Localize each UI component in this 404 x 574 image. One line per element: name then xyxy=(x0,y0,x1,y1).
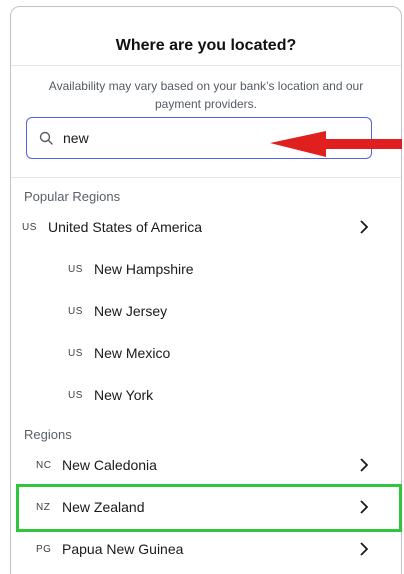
region-row-new-jersey[interactable]: US New Jersey xyxy=(10,294,392,328)
region-row-new-hampshire[interactable]: US New Hampshire xyxy=(10,252,392,286)
section-label-regions: Regions xyxy=(24,427,72,442)
divider xyxy=(11,177,401,178)
region-row-new-mexico[interactable]: US New Mexico xyxy=(10,336,392,370)
dialog-subtitle: Availability may vary based on your bank… xyxy=(48,79,364,111)
region-name: New Caledonia xyxy=(62,457,157,473)
region-code: PG xyxy=(36,543,52,555)
region-code: US xyxy=(68,389,83,401)
region-code: US xyxy=(68,347,83,359)
chevron-right-icon xyxy=(360,220,368,234)
region-row-united-states[interactable]: US United States of America xyxy=(10,210,392,244)
region-name: New Hampshire xyxy=(94,261,194,277)
region-name: New Mexico xyxy=(94,345,171,361)
region-code: US xyxy=(22,221,37,233)
section-label-popular: Popular Regions xyxy=(24,189,121,204)
region-name: United States of America xyxy=(48,219,203,235)
region-name: Papua New Guinea xyxy=(62,541,184,557)
chevron-right-icon xyxy=(360,458,368,472)
search-icon xyxy=(39,131,53,145)
region-name: New Jersey xyxy=(94,303,168,319)
divider xyxy=(11,65,401,66)
dialog-title: Where are you located? xyxy=(115,37,297,54)
region-row-papua-new-guinea[interactable]: PG Papua New Guinea xyxy=(10,532,392,566)
region-name: New York xyxy=(94,387,154,403)
chevron-right-icon xyxy=(360,542,368,556)
region-code: US xyxy=(68,263,83,275)
region-code: NC xyxy=(36,459,52,471)
red-arrow-annotation xyxy=(270,131,402,157)
highlight-box-annotation xyxy=(16,484,402,532)
region-code: US xyxy=(68,305,83,317)
region-row-new-caledonia[interactable]: NC New Caledonia xyxy=(10,448,392,482)
region-row-new-york[interactable]: US New York xyxy=(10,378,392,412)
